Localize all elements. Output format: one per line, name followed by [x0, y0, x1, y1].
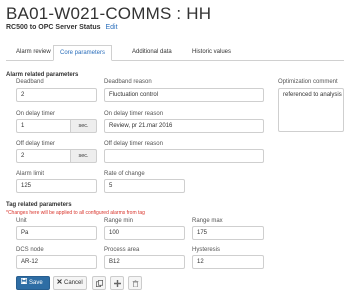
range-max-label: Range max [192, 218, 223, 224]
tab-alarm-review[interactable]: Alarm review [10, 45, 57, 61]
off-delay-timer-label: Off delay timer [16, 141, 55, 147]
tab-bar: Alarm review Core parameters Additional … [6, 45, 344, 61]
deadband-input[interactable]: 2 [16, 88, 97, 102]
optimization-comment-textarea[interactable]: referenced to analysis [278, 88, 344, 132]
range-min-label: Range min [104, 218, 134, 224]
off-delay-timer-unit: sec. [71, 149, 97, 163]
deadband-label: Deadband [16, 79, 44, 85]
tab-historic-values[interactable]: Historic values [186, 45, 237, 61]
on-delay-timer-label: On delay timer [16, 111, 56, 117]
deadband-reason-label: Deadband reason [104, 79, 152, 85]
on-delay-timer-input[interactable]: 1 [16, 119, 71, 133]
off-delay-timer-input[interactable]: 2 [16, 149, 71, 163]
unit-label: Unit [16, 218, 27, 224]
alarm-section-title: Alarm related parameters [6, 72, 79, 78]
off-delay-timer-reason-input[interactable] [104, 149, 264, 163]
cancel-button[interactable]: Cancel [53, 276, 87, 290]
on-delay-timer-unit: sec. [71, 119, 97, 133]
on-delay-timer-reason-label: On delay timer reason [104, 111, 164, 117]
alarm-limit-input[interactable]: 125 [16, 179, 97, 193]
delete-button[interactable] [128, 276, 142, 290]
unit-input[interactable]: Pa [16, 226, 97, 240]
copy-button[interactable] [92, 276, 106, 290]
range-min-input[interactable]: 100 [104, 226, 185, 240]
add-button[interactable] [110, 276, 124, 290]
hysteresis-label: Hysteresis [192, 247, 221, 253]
tag-warning-text: *Changes here will be applied to all con… [6, 210, 145, 216]
edit-link[interactable]: Edit [106, 24, 118, 31]
alarm-limit-label: Alarm limit [16, 171, 44, 177]
plus-icon [113, 280, 121, 289]
subtitle-text: RC500 to OPC Server Status [6, 24, 101, 31]
on-delay-timer-reason-input[interactable]: Review, pr 21.mar 2016 [104, 119, 264, 133]
deadband-reason-input[interactable]: Fluctuation control [104, 88, 264, 102]
range-max-input[interactable]: 175 [192, 226, 264, 240]
process-area-label: Process area [104, 247, 140, 253]
cancel-button-label: Cancel [64, 280, 83, 286]
copy-icon [95, 280, 103, 289]
action-toolbar: Save Cancel [0, 276, 344, 293]
save-icon [20, 277, 28, 289]
off-delay-timer-reason-label: Off delay timer reason [104, 141, 163, 147]
dcs-node-label: DCS node [16, 247, 44, 253]
rate-of-change-input[interactable]: 5 [104, 179, 185, 193]
optimization-comment-label: Optimization comment [278, 79, 338, 85]
hysteresis-input[interactable]: 12 [192, 255, 264, 269]
save-button-label: Save [29, 280, 43, 286]
trash-icon [132, 280, 139, 289]
save-button[interactable]: Save [16, 276, 50, 290]
page-subtitle: RC500 to OPC Server Status Edit [6, 24, 118, 31]
tab-additional-data[interactable]: Additional data [126, 45, 178, 61]
close-icon [57, 277, 62, 289]
rate-of-change-label: Rate of change [104, 171, 145, 177]
page-title: BA01-W021-COMMS : HH [6, 4, 212, 23]
process-area-input[interactable]: B12 [104, 255, 185, 269]
tag-section-title: Tag related parameters [6, 202, 72, 208]
tab-core-parameters[interactable]: Core parameters [53, 45, 113, 61]
dcs-node-input[interactable]: AR-12 [16, 255, 97, 269]
